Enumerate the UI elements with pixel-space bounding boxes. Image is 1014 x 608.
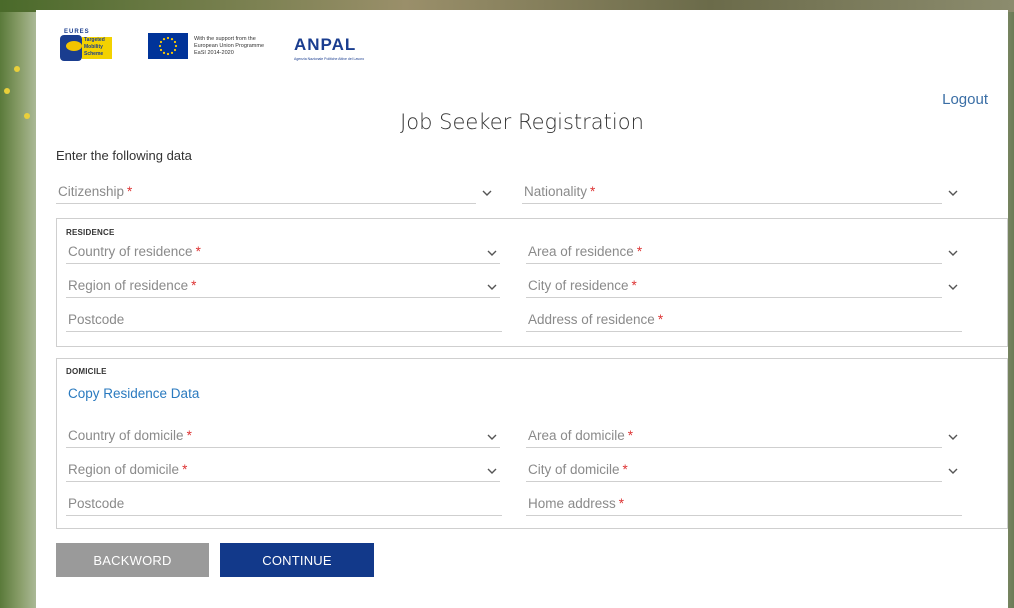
required-marker: * [627, 428, 634, 443]
required-marker: * [186, 428, 192, 443]
registration-panel: EURES Targeted Mobility Scheme With the … [36, 10, 1008, 608]
residence-postcode-input[interactable]: Postcode [66, 310, 502, 332]
city-of-domicile-select[interactable]: City of domicile * [526, 460, 942, 482]
eu-support-logo: With the support from the European Union… [148, 33, 274, 59]
eu-support-text: With the support from the European Union… [194, 35, 265, 56]
required-marker: * [191, 278, 197, 293]
country-of-residence-label: Country of residence [68, 244, 193, 259]
country-of-domicile-label: Country of domicile [68, 428, 184, 443]
domicile-postcode-input[interactable]: Postcode [66, 494, 502, 516]
address-of-residence-label: Address of residence [528, 312, 655, 327]
home-address-label: Home address [528, 496, 616, 511]
header-logos: EURES Targeted Mobility Scheme With the … [60, 28, 380, 64]
area-of-domicile-select[interactable]: Area of domicile * [526, 426, 942, 448]
required-marker: * [590, 184, 596, 199]
anpal-logo-text: ANPAL [294, 35, 357, 54]
chevron-down-icon[interactable] [487, 283, 497, 291]
backword-button[interactable]: BACKWORD [56, 543, 209, 577]
domicile-postcode-label: Postcode [68, 496, 125, 511]
eu-flag-icon [148, 33, 188, 59]
background-star [4, 88, 10, 94]
chevron-down-icon[interactable] [948, 467, 958, 475]
region-of-residence-label: Region of residence [68, 278, 189, 293]
chevron-down-icon[interactable] [487, 433, 497, 441]
region-of-domicile-label: Region of domicile [68, 462, 180, 477]
targeted-mobility-scheme-logo: EURES Targeted Mobility Scheme [60, 29, 116, 63]
required-marker: * [622, 462, 628, 477]
citizenship-label: Citizenship [58, 184, 125, 199]
area-of-residence-select[interactable]: Area of residence * [526, 242, 942, 264]
residence-postcode-label: Postcode [68, 312, 125, 327]
required-marker: * [182, 462, 188, 477]
region-of-domicile-select[interactable]: Region of domicile * [66, 460, 500, 482]
address-of-residence-input[interactable]: Address of residence * [526, 310, 962, 332]
home-address-input[interactable]: Home address * [526, 494, 962, 516]
city-of-residence-select[interactable]: City of residence * [526, 276, 942, 298]
region-of-residence-select[interactable]: Region of residence * [66, 276, 500, 298]
chevron-down-icon[interactable] [487, 467, 497, 475]
required-marker: * [618, 496, 625, 511]
nationality-label: Nationality [524, 184, 588, 199]
area-of-residence-label: Area of residence [528, 244, 634, 259]
required-marker: * [636, 244, 643, 259]
intro-text: Enter the following data [56, 148, 192, 163]
nationality-select[interactable]: Nationality * [522, 182, 942, 204]
required-marker: * [127, 184, 133, 199]
domicile-section-title: DOMICILE [66, 367, 107, 376]
city-of-residence-label: City of residence [528, 278, 629, 293]
page-title: Job Seeker Registration [400, 110, 644, 134]
chevron-down-icon[interactable] [948, 189, 958, 197]
required-marker: * [631, 278, 637, 293]
continue-button[interactable]: CONTINUE [220, 543, 374, 577]
residence-section-title: RESIDENCE [66, 228, 115, 237]
chevron-down-icon[interactable] [948, 283, 958, 291]
logout-link[interactable]: Logout [942, 91, 988, 108]
copy-residence-data-link[interactable]: Copy Residence Data [68, 386, 199, 401]
chevron-down-icon[interactable] [482, 189, 492, 197]
tms-s-icon [60, 35, 82, 61]
country-of-domicile-select[interactable]: Country of domicile * [66, 426, 500, 448]
required-marker: * [657, 312, 664, 327]
country-of-residence-select[interactable]: Country of residence * [66, 242, 500, 264]
required-marker: * [195, 244, 201, 259]
chevron-down-icon[interactable] [948, 249, 958, 257]
area-of-domicile-label: Area of domicile [528, 428, 625, 443]
chevron-down-icon[interactable] [948, 433, 958, 441]
background-star [24, 113, 30, 119]
citizenship-select[interactable]: Citizenship * [56, 182, 476, 204]
anpal-logo-subtext: Agenzia Nazionale Politiche Attive del L… [294, 57, 365, 61]
chevron-down-icon[interactable] [487, 249, 497, 257]
city-of-domicile-label: City of domicile [528, 462, 620, 477]
anpal-logo: ANPAL Agenzia Nazionale Politiche Attive… [294, 29, 380, 63]
background-star [14, 66, 20, 72]
tms-logo-text: Targeted Mobility Scheme [82, 37, 112, 59]
